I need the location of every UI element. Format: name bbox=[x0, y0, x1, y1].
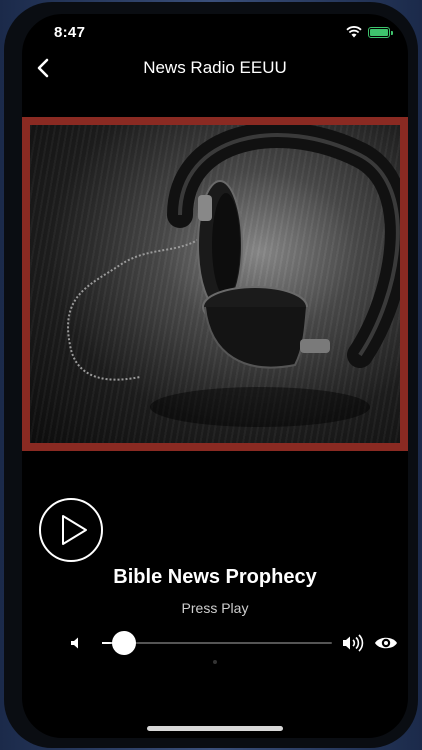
eye-icon[interactable] bbox=[374, 634, 398, 652]
home-indicator[interactable] bbox=[147, 726, 283, 731]
track-title: Bible News Prophecy bbox=[113, 566, 317, 588]
playback-status: Press Play bbox=[181, 600, 249, 616]
artwork-frame bbox=[22, 117, 408, 451]
volume-slider-thumb[interactable] bbox=[112, 631, 137, 655]
page-title: News Radio EEUU bbox=[143, 58, 287, 77]
status-bar: 8:47 bbox=[22, 14, 408, 50]
volume-high-icon bbox=[343, 634, 364, 652]
volume-slider[interactable] bbox=[102, 631, 332, 655]
app-screen: 8:47 News Radio EEUU Bible News Prophecy… bbox=[22, 14, 408, 738]
headphones-artwork bbox=[67, 125, 400, 427]
station-artwork bbox=[30, 125, 400, 443]
navigation-bar: News Radio EEUU bbox=[22, 50, 408, 86]
status-time: 8:47 bbox=[54, 24, 86, 41]
battery-icon bbox=[368, 26, 393, 38]
volume-low-icon bbox=[71, 637, 78, 649]
status-icons bbox=[346, 26, 393, 38]
device-frame: 8:47 News Radio EEUU Bible News Prophecy… bbox=[4, 2, 418, 748]
volume-control bbox=[22, 628, 408, 658]
play-icon bbox=[62, 515, 87, 545]
wifi-icon bbox=[346, 26, 362, 38]
play-button[interactable] bbox=[38, 497, 104, 563]
page-indicator-dot bbox=[213, 660, 217, 664]
